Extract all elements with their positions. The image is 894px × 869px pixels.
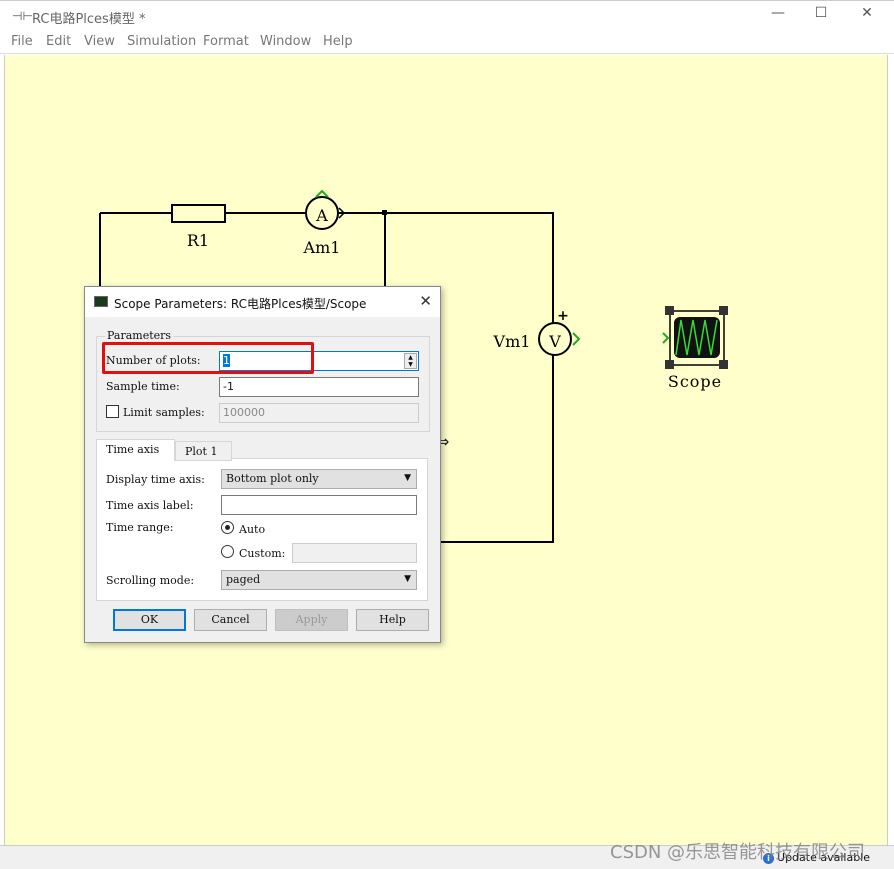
voltmeter-label: Vm1 bbox=[493, 332, 531, 351]
time-range-auto-label: Auto bbox=[239, 523, 266, 536]
dropdown-arrow-icon: ▼ bbox=[404, 574, 411, 584]
display-time-axis-label: Display time axis: bbox=[106, 473, 205, 486]
tab-plot-1[interactable]: Plot 1 bbox=[175, 441, 232, 461]
scrolling-mode-select[interactable]: paged ▼ bbox=[221, 570, 417, 590]
limit-samples-input[interactable]: 100000 bbox=[219, 403, 419, 423]
voltmeter-port-icon bbox=[572, 332, 581, 346]
ammeter-label: Am1 bbox=[303, 238, 341, 257]
parameters-group-label: Parameters bbox=[105, 329, 174, 342]
display-time-axis-select[interactable]: Bottom plot only ▼ bbox=[221, 469, 417, 489]
tab-time-axis[interactable]: Time axis bbox=[96, 439, 175, 461]
highlight-box bbox=[102, 342, 314, 374]
time-range-custom-label: Custom: bbox=[239, 547, 286, 560]
limit-samples-label: Limit samples: bbox=[123, 406, 205, 419]
dialog-title-bar: Scope Parameters: RC电路Plces模型/Scope ✕ bbox=[85, 287, 440, 317]
scope-block[interactable] bbox=[662, 306, 728, 369]
wire-right bbox=[440, 355, 554, 543]
watermark: CSDN @乐思智能科技有限公司 bbox=[610, 842, 866, 863]
cancel-button[interactable]: Cancel bbox=[194, 609, 267, 631]
sample-time-input[interactable]: -1 bbox=[219, 377, 419, 397]
plus-sign: + bbox=[557, 308, 569, 324]
dialog-close-icon[interactable]: ✕ bbox=[419, 292, 432, 310]
scope-label: Scope bbox=[668, 372, 722, 391]
voltmeter-glyph: V bbox=[548, 332, 561, 351]
sample-time-label: Sample time: bbox=[106, 380, 180, 393]
junction-dot bbox=[382, 210, 387, 215]
apply-button[interactable]: Apply bbox=[275, 609, 348, 631]
ammeter-glyph: A bbox=[315, 206, 328, 225]
scrolling-mode-label: Scrolling mode: bbox=[106, 574, 195, 587]
time-axis-label-input[interactable] bbox=[221, 495, 417, 515]
time-range-custom-radio[interactable] bbox=[221, 545, 234, 558]
limit-samples-checkbox[interactable] bbox=[106, 405, 119, 418]
scope-parameters-dialog: Scope Parameters: RC电路Plces模型/Scope ✕ Pa… bbox=[84, 286, 441, 643]
help-button[interactable]: Help bbox=[356, 609, 429, 631]
resistor-r1[interactable] bbox=[171, 204, 226, 223]
dialog-title: Scope Parameters: RC电路Plces模型/Scope bbox=[114, 297, 367, 311]
ok-button[interactable]: OK bbox=[113, 609, 186, 631]
time-range-auto-radio[interactable] bbox=[221, 521, 234, 534]
time-range-label: Time range: bbox=[106, 521, 174, 534]
time-axis-label-label: Time axis label: bbox=[106, 499, 194, 512]
scope-icon bbox=[94, 296, 108, 307]
spin-arrows-icon[interactable]: ▲ ▼ bbox=[404, 353, 417, 369]
resistor-label: R1 bbox=[187, 231, 209, 250]
dropdown-arrow-icon: ▼ bbox=[404, 473, 411, 483]
custom-range-input[interactable] bbox=[292, 543, 417, 563]
